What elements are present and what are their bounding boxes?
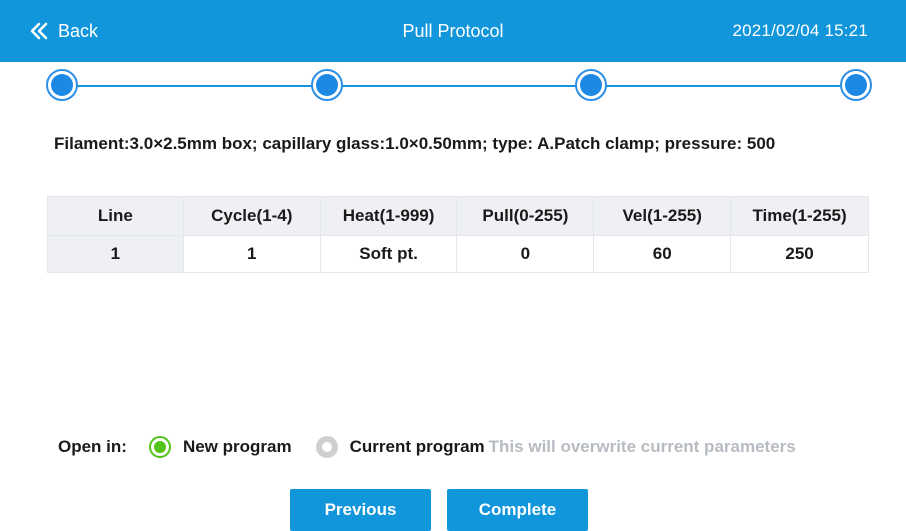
new-program-label[interactable]: New program xyxy=(183,437,292,457)
column-header-time: Time(1-255) xyxy=(730,196,869,236)
top-bar: Back Pull Protocol 2021/02/04 15:21 xyxy=(0,0,906,62)
open-in-row: Open in: New program Current program Thi… xyxy=(58,432,796,462)
column-header-pull: Pull(0-255) xyxy=(456,196,595,236)
cell-line: 1 xyxy=(47,235,184,273)
back-label: Back xyxy=(58,20,99,41)
new-program-option[interactable]: New program xyxy=(148,436,292,458)
column-header-vel: Vel(1-255) xyxy=(593,196,732,236)
step-4 xyxy=(840,69,872,101)
protocol-summary: Filament:3.0×2.5mm box; capillary glass:… xyxy=(54,134,776,153)
double-chevron-left-icon xyxy=(30,22,48,40)
radio-unselected-icon[interactable] xyxy=(315,436,338,458)
current-program-option[interactable]: Current program xyxy=(315,436,485,458)
overwrite-warning: This will overwrite current parameters xyxy=(488,437,796,456)
cell-pull[interactable]: 0 xyxy=(456,235,595,273)
datetime-display: 2021/02/04 15:21 xyxy=(732,21,868,40)
step-3 xyxy=(575,69,607,101)
table-header-row: Line Cycle(1-4) Heat(1-999) Pull(0-255) … xyxy=(47,196,869,236)
step-2 xyxy=(311,69,343,101)
complete-button[interactable]: Complete xyxy=(447,489,588,531)
cell-vel[interactable]: 60 xyxy=(593,235,732,273)
table-row: 1 1 Soft pt. 0 60 250 xyxy=(47,235,869,273)
back-button[interactable]: Back xyxy=(30,0,98,62)
stepper-line xyxy=(62,85,858,87)
current-program-label[interactable]: Current program xyxy=(350,437,485,457)
cell-cycle[interactable]: 1 xyxy=(182,235,321,273)
step-1 xyxy=(46,69,78,101)
open-in-label: Open in: xyxy=(58,437,127,456)
column-header-line: Line xyxy=(47,196,184,236)
cell-time[interactable]: 250 xyxy=(730,235,869,273)
column-header-heat: Heat(1-999) xyxy=(319,196,458,236)
previous-button[interactable]: Previous xyxy=(290,489,431,531)
cell-heat[interactable]: Soft pt. xyxy=(319,235,458,273)
radio-selected-icon[interactable] xyxy=(148,436,171,458)
progress-stepper xyxy=(46,68,874,102)
column-header-cycle: Cycle(1-4) xyxy=(182,196,321,236)
parameters-table: Line Cycle(1-4) Heat(1-999) Pull(0-255) … xyxy=(47,196,869,273)
